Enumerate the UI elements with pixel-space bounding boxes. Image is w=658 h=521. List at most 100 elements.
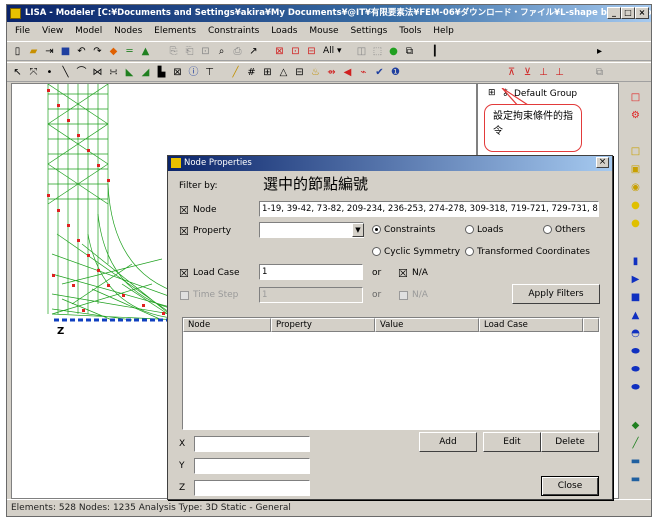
arc-icon[interactable]: ⌒ xyxy=(75,66,88,79)
menu-file[interactable]: File xyxy=(15,26,30,36)
node-properties-table[interactable]: Node Property Value Load Case xyxy=(182,317,600,430)
transformed-coordinates-radio[interactable] xyxy=(465,247,474,256)
minimize-button[interactable]: _ xyxy=(607,7,621,19)
add-button[interactable]: Add xyxy=(419,432,477,452)
green-gem-icon[interactable]: ◆ xyxy=(629,419,642,432)
about-icon[interactable]: ❶ xyxy=(389,66,402,79)
moment-icon[interactable]: ⌁ xyxy=(357,66,370,79)
delete-button[interactable]: Delete xyxy=(541,432,599,452)
extrude-icon[interactable]: ◣ xyxy=(123,66,136,79)
blue-semicircle-icon[interactable]: ◓ xyxy=(629,327,642,340)
copy-icon[interactable]: ⎘ xyxy=(167,45,180,58)
menu-nodes[interactable]: Nodes xyxy=(114,26,142,36)
node-checkbox[interactable]: ☒ xyxy=(179,204,189,217)
import-icon[interactable]: ⇥ xyxy=(43,45,56,58)
yellow-dot-icon[interactable]: ● xyxy=(629,199,642,212)
time-step-checkbox[interactable] xyxy=(180,291,189,300)
splitter-icon[interactable]: ▕▏ xyxy=(427,45,442,58)
node-icon[interactable]: • xyxy=(43,66,56,79)
constraints-radio[interactable] xyxy=(372,225,381,234)
others-radio[interactable] xyxy=(543,225,552,234)
property-checkbox[interactable]: ☒ xyxy=(179,225,189,238)
na-checkbox-2[interactable] xyxy=(399,291,408,300)
column-header-load-case[interactable]: Load Case xyxy=(479,318,583,332)
property-dropdown-arrow[interactable]: ▼ xyxy=(352,223,364,237)
green-pen-icon[interactable]: ╱ xyxy=(629,437,642,450)
equals-icon[interactable]: ═ xyxy=(123,45,136,58)
save-icon[interactable]: ■ xyxy=(59,45,72,58)
z-coordinate-input[interactable] xyxy=(194,480,310,496)
node-filter-input[interactable]: 1-19, 39-42, 73-82, 209-234, 236-253, 27… xyxy=(259,201,599,217)
constraint-y-icon[interactable]: ⊥ xyxy=(537,66,550,79)
triangle-icon[interactable]: ▲ xyxy=(139,45,152,58)
solve-icon[interactable]: ◆ xyxy=(107,45,120,58)
blue-oval-icon[interactable]: ⬬ xyxy=(629,345,642,358)
property-icon[interactable]: ⊟ xyxy=(293,66,306,79)
view-cube-icon[interactable]: ⬚ xyxy=(371,45,384,58)
constraint-z-icon[interactable]: ⊥ xyxy=(553,66,566,79)
maximize-button[interactable]: □ xyxy=(621,7,635,19)
new-file-icon[interactable]: ▯ xyxy=(11,45,24,58)
undo-icon[interactable]: ↶ xyxy=(75,45,88,58)
edit-button[interactable]: Edit xyxy=(483,432,541,452)
constraint-all-icon[interactable]: ⊻ xyxy=(521,66,534,79)
pencil-icon[interactable]: ╱ xyxy=(229,66,242,79)
blue-tool2-icon[interactable]: ▬ xyxy=(629,473,642,486)
shape-icon[interactable]: △ xyxy=(277,66,290,79)
column-header-node[interactable]: Node xyxy=(183,318,271,332)
dialog-close-button[interactable]: × xyxy=(596,157,609,168)
pressure-icon[interactable]: ◀ xyxy=(341,66,354,79)
refine-icon[interactable]: ◢ xyxy=(139,66,152,79)
scroll-right-icon[interactable]: ▸ xyxy=(593,45,606,58)
blue-block-icon[interactable]: ■ xyxy=(629,291,642,304)
blue-arrow-icon[interactable]: ▶ xyxy=(629,273,642,286)
info-icon[interactable]: ⓘ xyxy=(187,66,200,79)
blue-oval2-icon[interactable]: ⬬ xyxy=(629,363,642,376)
force-icon[interactable]: ⇴ xyxy=(325,66,338,79)
join-icon[interactable]: ⋈ xyxy=(91,66,104,79)
menu-help[interactable]: Help xyxy=(433,26,454,36)
delete-icon[interactable]: ⊠ xyxy=(171,66,184,79)
pan-icon[interactable]: ⤧ xyxy=(27,66,40,79)
yellow-circle-icon[interactable]: ◉ xyxy=(629,181,642,194)
time-step-input[interactable]: 1 xyxy=(259,287,363,303)
zoom-box-icon[interactable]: ⊡ xyxy=(199,45,212,58)
material-icon[interactable]: ♨ xyxy=(309,66,322,79)
menu-view[interactable]: View xyxy=(42,26,63,36)
menu-loads[interactable]: Loads xyxy=(271,26,297,36)
x-coordinate-input[interactable] xyxy=(194,436,310,452)
na-checkbox-1[interactable]: ☒ xyxy=(398,267,408,280)
close-button[interactable]: Close xyxy=(541,476,599,496)
view-iso-icon[interactable]: ◫ xyxy=(355,45,368,58)
grid-icon[interactable]: ⊞ xyxy=(261,66,274,79)
menu-settings[interactable]: Settings xyxy=(350,26,387,36)
merge-icon[interactable]: ∺ xyxy=(107,66,120,79)
menu-mouse[interactable]: Mouse xyxy=(309,26,338,36)
load-case-checkbox[interactable]: ☒ xyxy=(179,267,189,280)
print-icon[interactable]: ⎙ xyxy=(231,45,244,58)
redo-icon[interactable]: ↷ xyxy=(91,45,104,58)
cyclic-symmetry-radio[interactable] xyxy=(372,247,381,256)
y-coordinate-input[interactable] xyxy=(194,458,310,474)
layer-icon[interactable]: ⧉ xyxy=(593,66,606,79)
menu-model[interactable]: Model xyxy=(75,26,102,36)
yellow-dot2-icon[interactable]: ● xyxy=(629,217,642,230)
yellow-square2-icon[interactable]: ▣ xyxy=(629,163,642,176)
menu-elements[interactable]: Elements xyxy=(154,26,196,36)
column-header-value[interactable]: Value xyxy=(375,318,479,332)
blue-tool-icon[interactable]: ▬ xyxy=(629,455,642,468)
paste-icon[interactable]: ⎗ xyxy=(183,45,196,58)
load-case-input[interactable]: 1 xyxy=(259,264,363,280)
menu-constraints[interactable]: Constraints xyxy=(208,26,259,36)
open-folder-icon[interactable]: ▰ xyxy=(27,45,40,58)
pointer-icon[interactable]: ↖ xyxy=(11,66,24,79)
filter-icon[interactable]: ⊤ xyxy=(203,66,216,79)
view-all-dropdown[interactable]: All ▾ xyxy=(323,46,342,56)
select-box-icon[interactable]: ⊠ xyxy=(273,45,286,58)
line-icon[interactable]: ╲ xyxy=(59,66,72,79)
blue-oval3-icon[interactable]: ⬬ xyxy=(629,381,642,394)
zoom-icon[interactable]: ⌕ xyxy=(215,45,228,58)
column-header-property[interactable]: Property xyxy=(271,318,375,332)
tree-expander-icon[interactable]: ⊞ xyxy=(488,88,496,98)
close-window-button[interactable]: × xyxy=(635,7,649,19)
